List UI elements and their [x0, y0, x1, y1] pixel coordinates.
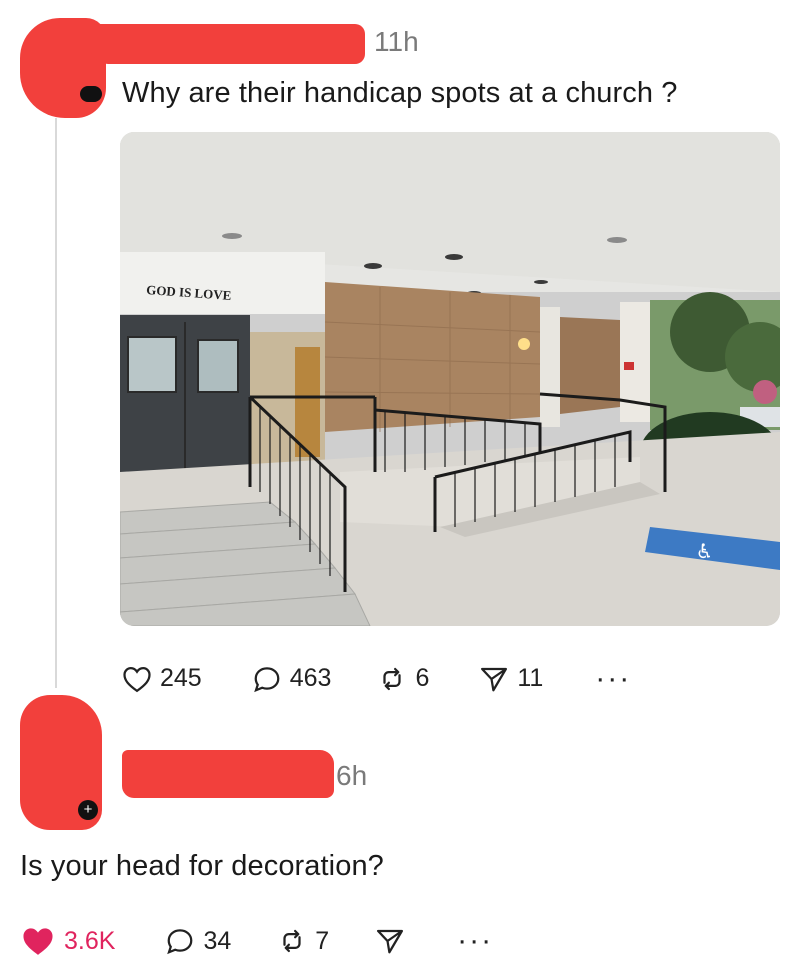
reply-timestamp: 6h — [336, 760, 368, 791]
post-photo[interactable]: GOD IS LOVE ♿ — [120, 132, 780, 626]
church-entrance-photo: GOD IS LOVE ♿ — [120, 132, 780, 626]
post-author-name-redacted[interactable] — [90, 24, 365, 64]
svg-text:♿: ♿ — [694, 538, 715, 564]
reply-action-bar: 3.6K 34 7 ··· — [20, 925, 493, 957]
post-action-bar: 245 463 6 11 ··· — [122, 663, 631, 693]
send-icon — [481, 667, 508, 691]
comment-button[interactable]: 463 — [252, 664, 332, 693]
comment-icon — [167, 929, 193, 955]
reply-text: Is your head for decoration? — [20, 850, 384, 882]
post-author-avatar-badge — [80, 86, 102, 102]
heart-icon — [23, 928, 53, 955]
reply-author-name-redacted[interactable] — [122, 750, 334, 798]
repost-icon — [283, 929, 301, 953]
like-button[interactable]: 245 — [122, 664, 202, 693]
reply-comment-count: 34 — [203, 926, 232, 955]
reply-like-count: 3.6K — [64, 926, 116, 955]
comment-count: 463 — [289, 664, 332, 692]
reply-repost-button[interactable]: 7 — [277, 927, 329, 956]
post-text: Why are their handicap spots at a church… — [122, 77, 678, 109]
repost-icon — [383, 667, 402, 690]
reply-repost-count: 7 — [315, 926, 330, 955]
share-button[interactable]: 11 — [479, 664, 543, 693]
reply-share-button[interactable] — [375, 927, 405, 955]
thread-connector-line — [55, 118, 57, 688]
heart-icon — [123, 666, 151, 692]
reply-follow-badge[interactable]: + — [78, 800, 98, 820]
more-icon[interactable]: ··· — [595, 663, 631, 693]
reply-like-button[interactable]: 3.6K — [20, 925, 115, 957]
reply-comment-button[interactable]: 34 — [165, 927, 231, 956]
more-icon[interactable]: ··· — [457, 926, 493, 956]
share-count: 11 — [517, 664, 544, 692]
send-icon — [377, 929, 404, 954]
like-count: 245 — [160, 664, 202, 692]
repost-button[interactable]: 6 — [377, 664, 429, 693]
post-timestamp: 11h — [374, 26, 419, 57]
repost-count: 6 — [415, 664, 430, 692]
comment-icon — [253, 666, 280, 692]
